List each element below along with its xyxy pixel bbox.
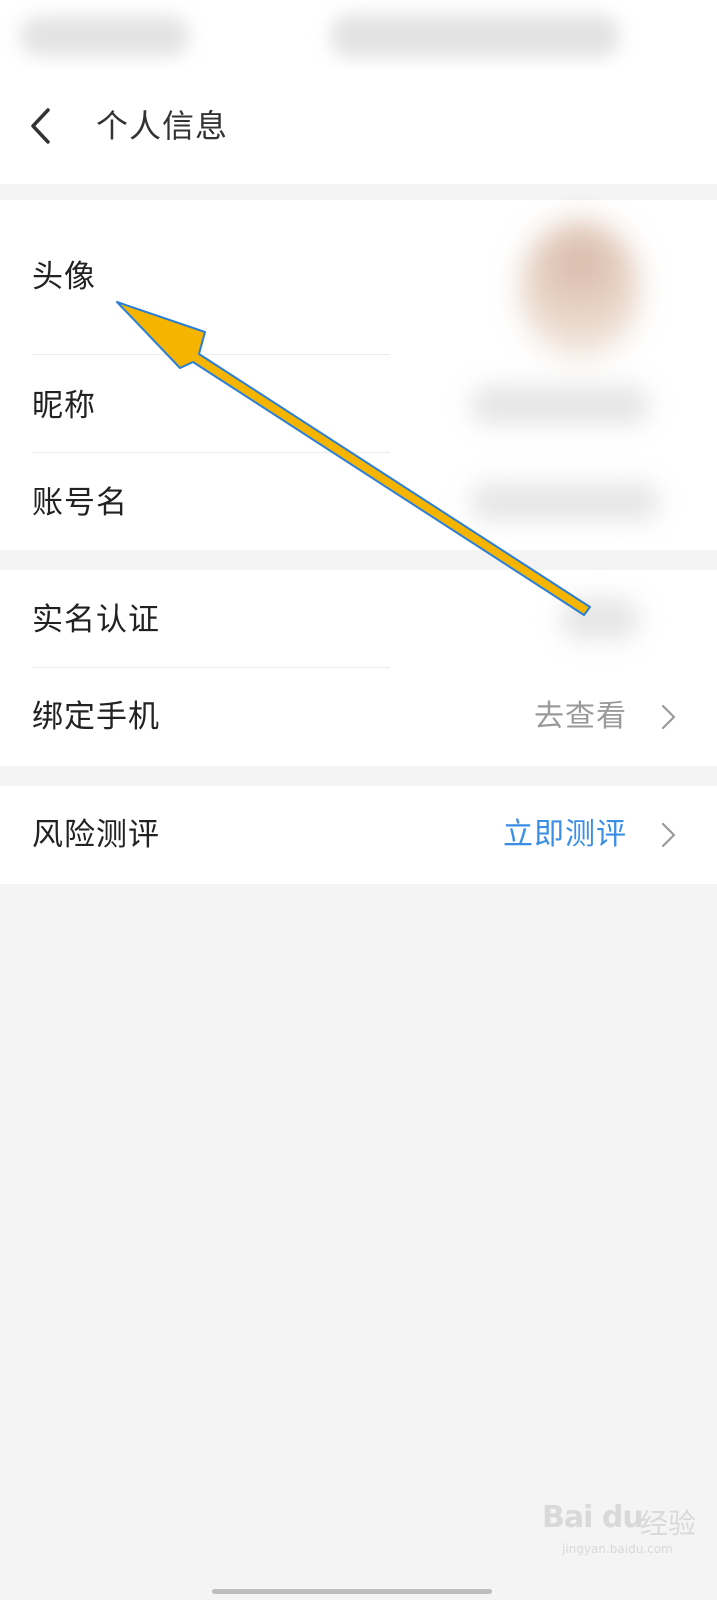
status-bar-left-blur bbox=[20, 16, 190, 56]
profile-group: 头像 昵称 账号名 bbox=[0, 200, 717, 550]
row-label-account-name: 账号名 bbox=[32, 485, 128, 521]
row-bind-phone[interactable]: 绑定手机 去查看 bbox=[0, 668, 717, 766]
page-title: 个人信息 bbox=[96, 107, 229, 145]
watermark-text: 经验 bbox=[640, 1507, 697, 1540]
chevron-right-icon bbox=[661, 704, 676, 730]
row-label-bind-phone: 绑定手机 bbox=[32, 699, 160, 735]
row-real-name[interactable]: 实名认证 bbox=[0, 570, 717, 667]
back-button[interactable] bbox=[22, 104, 66, 148]
risk-assessment-link[interactable]: 立即测评 bbox=[503, 815, 627, 855]
chevron-left-icon bbox=[31, 108, 50, 144]
row-label-nickname: 昵称 bbox=[32, 388, 96, 424]
verification-group: 实名认证 绑定手机 去查看 bbox=[0, 570, 717, 766]
row-label-risk-assessment: 风险测评 bbox=[32, 817, 160, 853]
home-indicator[interactable] bbox=[212, 1589, 492, 1594]
nickname-value-blur bbox=[470, 385, 650, 425]
status-bar-right-blur bbox=[330, 14, 620, 58]
row-account-name[interactable]: 账号名 bbox=[0, 453, 717, 550]
row-avatar[interactable]: 头像 bbox=[0, 200, 717, 360]
row-label-avatar: 头像 bbox=[32, 259, 96, 295]
account-name-value-blur bbox=[470, 483, 660, 521]
bind-phone-value: 去查看 bbox=[534, 699, 627, 734]
watermark-url: jingyan.baidu.com bbox=[562, 1542, 673, 1556]
nav-header: 个人信息 bbox=[0, 68, 717, 184]
row-label-real-name: 实名认证 bbox=[32, 602, 160, 638]
watermark-logo: Bai du bbox=[542, 1500, 644, 1535]
row-nickname[interactable]: 昵称 bbox=[0, 355, 717, 453]
risk-group: 风险测评 立即测评 bbox=[0, 786, 717, 884]
real-name-value-blur bbox=[560, 598, 640, 640]
baidu-jingyan-watermark: Bai du 经验 jingyan.baidu.com bbox=[538, 1492, 708, 1564]
chevron-right-icon bbox=[661, 822, 676, 848]
status-bar bbox=[0, 0, 717, 68]
avatar bbox=[520, 220, 640, 360]
row-risk-assessment[interactable]: 风险测评 立即测评 bbox=[0, 786, 717, 884]
